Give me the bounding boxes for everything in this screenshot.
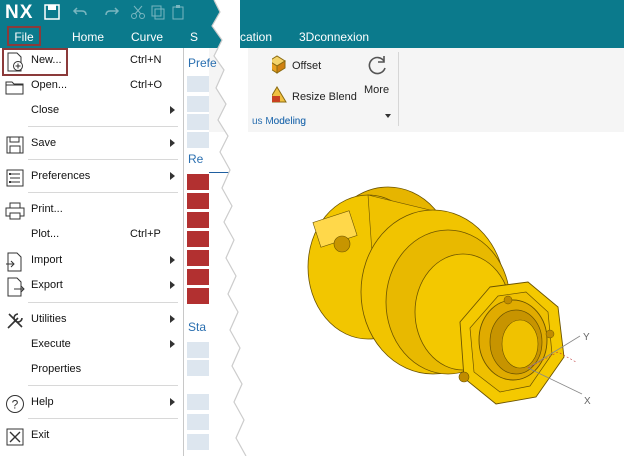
tab-surface[interactable]: S — [190, 29, 198, 46]
help-icon: ? — [6, 395, 24, 413]
menu-item-execute[interactable]: Execute — [0, 334, 183, 358]
menu-item-export[interactable]: Export — [0, 275, 183, 299]
menu-separator — [28, 126, 178, 127]
more-button[interactable]: More — [364, 84, 389, 96]
open-folder-icon — [5, 81, 24, 95]
close-submenu-arrow-icon — [170, 106, 175, 114]
menu-label-help: Help — [31, 396, 54, 408]
more-dropdown-arrow[interactable] — [385, 114, 391, 118]
menu-label-execute: Execute — [31, 338, 71, 350]
copy-icon[interactable] — [150, 4, 166, 20]
shortcut-plot: Ctrl+P — [130, 228, 161, 240]
save-quick-icon[interactable] — [44, 4, 60, 20]
shortcut-new: Ctrl+N — [130, 54, 162, 66]
menu-separator — [28, 302, 178, 303]
utilities-submenu-arrow-icon — [170, 315, 175, 323]
menu-item-properties[interactable]: Properties — [0, 359, 183, 383]
help-submenu-arrow-icon — [170, 398, 175, 406]
menu-item-save[interactable]: Save — [0, 133, 183, 157]
menu-label-preferences: Preferences — [31, 170, 91, 182]
save-submenu-arrow-icon — [170, 139, 175, 147]
part-model: Y X — [307, 186, 591, 407]
import-icon — [6, 252, 22, 272]
file-tab-highlight — [7, 26, 41, 46]
undo-icon[interactable] — [72, 4, 88, 20]
resize-blend-button[interactable]: Resize Blend — [292, 91, 357, 103]
title-bar: NX — [0, 0, 624, 26]
menu-label-utilities: Utilities — [31, 313, 67, 325]
import-submenu-arrow-icon — [170, 256, 175, 264]
export-submenu-arrow-icon — [170, 281, 175, 289]
menu-item-preferences[interactable]: Preferences — [0, 166, 183, 190]
tab-application-text[interactable]: cation — [240, 29, 272, 46]
export-icon — [7, 277, 25, 297]
menu-item-import[interactable]: Import — [0, 250, 183, 274]
utilities-icon — [7, 313, 23, 329]
menu-label-exit: Exit — [31, 429, 50, 441]
menu-item-help[interactable]: ? Help — [0, 392, 183, 416]
x-axis-label: X — [584, 396, 591, 407]
menu-label-plot: Plot... — [31, 228, 60, 240]
menu-item-open[interactable]: Open... Ctrl+O — [0, 75, 183, 99]
menu-label-export: Export — [31, 279, 63, 291]
menu-item-exit[interactable]: Exit — [0, 425, 183, 449]
printer-icon — [5, 202, 25, 220]
redo-icon[interactable] — [104, 4, 120, 20]
shortcut-open: Ctrl+O — [130, 79, 163, 91]
preferences-submenu-arrow-icon — [170, 172, 175, 180]
menu-label-close: Close — [31, 104, 60, 116]
menu-label-print: Print... — [31, 203, 63, 215]
ribbon-divider — [398, 52, 399, 126]
ribbon-group-label-2: us Modeling — [252, 116, 306, 127]
tab-home[interactable]: Home — [72, 29, 104, 46]
menu-item-plot[interactable]: Plot... Ctrl+P — [0, 224, 183, 248]
tab-3dconnexion[interactable]: 3Dconnexion — [299, 29, 369, 46]
menu-item-close[interactable]: Close — [0, 100, 183, 124]
tab-curve[interactable]: Curve — [131, 29, 163, 46]
ribbon-tabs: File Home Curve S cation 3Dconnexion — [0, 26, 624, 48]
menu-separator — [28, 192, 178, 193]
execute-submenu-arrow-icon — [170, 340, 175, 348]
svg-text:?: ? — [12, 398, 19, 412]
paste-icon[interactable] — [170, 4, 186, 20]
graphics-window[interactable]: Y X — [258, 172, 624, 456]
menu-separator — [28, 159, 178, 160]
exit-icon — [6, 428, 24, 446]
menu-label-import: Import — [31, 254, 63, 266]
menu-separator — [28, 385, 178, 386]
menu-label-open: Open... — [31, 79, 68, 91]
refresh-more-icon[interactable] — [364, 53, 390, 79]
menu-item-utilities[interactable]: Utilities — [0, 309, 183, 333]
save-icon — [6, 136, 24, 154]
menu-separator — [28, 418, 178, 419]
file-menu: New... Ctrl+N Open... Ctrl+O Close Save — [0, 48, 184, 456]
app-logo: NX — [5, 2, 34, 23]
offset-button[interactable]: Offset — [292, 60, 321, 72]
cut-icon[interactable] — [130, 4, 146, 20]
y-axis-label: Y — [583, 332, 590, 343]
menu-label-properties: Properties — [31, 363, 82, 375]
new-item-highlight — [2, 48, 68, 76]
menu-item-print[interactable]: Print... — [0, 199, 183, 223]
menu-label-save: Save — [31, 137, 57, 149]
preferences-icon — [6, 169, 24, 187]
